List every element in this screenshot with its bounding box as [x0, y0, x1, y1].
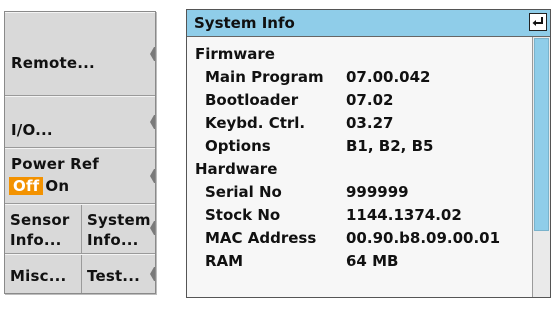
info-row: MAC Address 00.90.b8.09.00.01 — [205, 229, 500, 247]
info-value: 999999 — [346, 183, 409, 201]
scrollbar-thumb[interactable] — [534, 38, 549, 231]
power-ref-softkey[interactable]: Power Ref Off On — [5, 148, 155, 204]
vertical-scrollbar[interactable] — [532, 37, 550, 297]
info-content: Firmware Main Program 07.00.042 Bootloade… — [187, 37, 532, 297]
info-softkey-row: Sensor Info... System Info... — [5, 204, 155, 254]
firmware-heading: Firmware — [195, 45, 275, 63]
info-row: Options B1, B2, B5 — [205, 137, 433, 155]
info-value: 00.90.b8.09.00.01 — [346, 229, 501, 247]
softkey-notch-icon — [150, 221, 155, 235]
info-row: Stock No 1144.1374.02 — [205, 206, 462, 224]
info-label: MAC Address — [205, 229, 317, 247]
info-label: RAM — [205, 252, 244, 270]
softkey-notch-icon — [150, 267, 155, 281]
info-label: Stock No — [205, 206, 281, 224]
power-ref-toggle[interactable]: Off On — [9, 177, 71, 195]
info-row: Keybd. Ctrl. 03.27 — [205, 114, 393, 132]
info-label: Keybd. Ctrl. — [205, 114, 306, 132]
softkey-notch-icon — [150, 47, 155, 61]
info-label: Bootloader — [205, 91, 299, 109]
remote-label: Remote... — [11, 54, 95, 72]
test-softkey[interactable]: Test... — [82, 255, 155, 293]
remote-softkey[interactable]: Remote... — [5, 12, 155, 96]
info-row: Bootloader 07.02 — [205, 91, 393, 109]
softkey-notch-icon — [150, 115, 155, 129]
system-info-window: System Info Firmware Main Program 07.00.0… — [186, 9, 551, 298]
info-row: RAM 64 MB — [205, 252, 398, 270]
sensor-info-label-2: Info... — [10, 231, 62, 249]
hardware-heading: Hardware — [195, 160, 278, 178]
misc-label: Misc... — [10, 267, 67, 285]
misc-test-softkey-row: Misc... Test... — [5, 254, 155, 293]
window-title: System Info — [194, 14, 295, 32]
enter-icon — [532, 17, 543, 26]
info-value: 07.00.042 — [346, 68, 431, 86]
test-label: Test... — [87, 267, 141, 285]
info-value: 07.02 — [346, 91, 394, 109]
info-row: Main Program 07.00.042 — [205, 68, 430, 86]
info-value: 64 MB — [346, 252, 399, 270]
power-ref-on-option[interactable]: On — [43, 177, 71, 195]
info-value: 03.27 — [346, 114, 394, 132]
io-softkey[interactable]: I/O... — [5, 96, 155, 148]
system-info-softkey[interactable]: System Info... — [82, 205, 155, 253]
enter-button[interactable] — [529, 13, 547, 31]
softkey-notch-icon — [150, 169, 155, 183]
info-label: Main Program — [205, 68, 324, 86]
power-ref-label: Power Ref — [11, 155, 99, 173]
softkey-panel: Remote... I/O... Power Ref Off On Sensor … — [4, 11, 156, 294]
misc-softkey[interactable]: Misc... — [5, 255, 82, 293]
info-label: Serial No — [205, 183, 282, 201]
system-info-label-1: System — [87, 211, 151, 229]
info-label: Options — [205, 137, 271, 155]
info-value: 1144.1374.02 — [346, 206, 462, 224]
sensor-info-softkey[interactable]: Sensor Info... — [5, 205, 82, 253]
info-row: Serial No 999999 — [205, 183, 409, 201]
power-ref-off-option[interactable]: Off — [9, 177, 44, 195]
info-value: B1, B2, B5 — [346, 137, 434, 155]
io-label: I/O... — [11, 121, 53, 139]
system-info-label-2: Info... — [87, 231, 139, 249]
title-bar: System Info — [187, 10, 550, 37]
sensor-info-label-1: Sensor — [10, 211, 70, 229]
